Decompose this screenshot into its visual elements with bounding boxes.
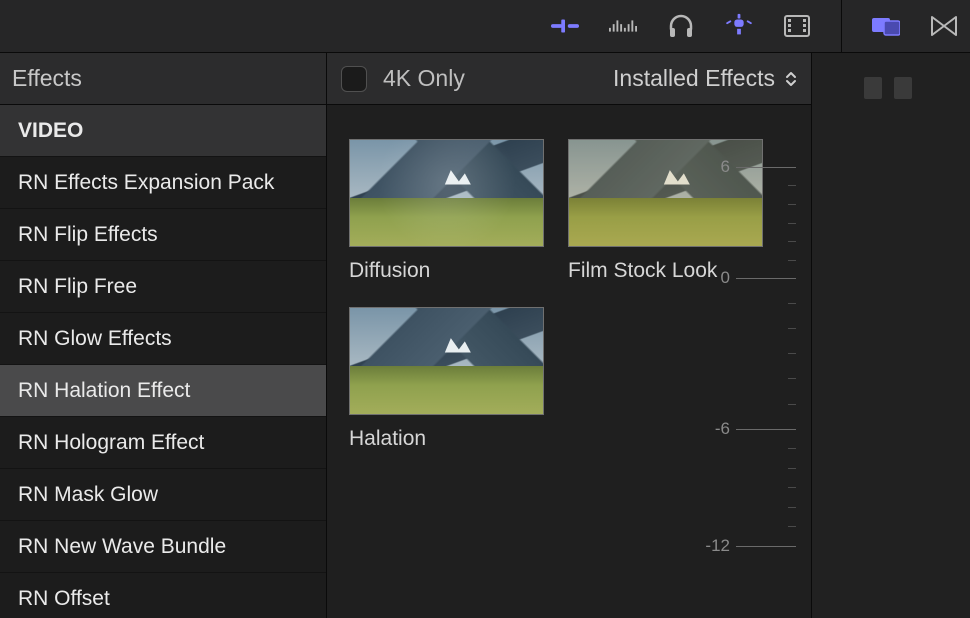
effect-label: Halation bbox=[349, 427, 544, 451]
meter-tick-minor bbox=[788, 487, 796, 488]
4k-only-label: 4K Only bbox=[383, 65, 465, 92]
meter-tick-label: 0 bbox=[694, 268, 730, 288]
4k-only-checkbox[interactable] bbox=[341, 66, 367, 92]
effect-thumbnail bbox=[349, 139, 544, 247]
sidebar-item-new-wave-bundle[interactable]: RN New Wave Bundle bbox=[0, 521, 326, 573]
meter-tick-minor bbox=[788, 404, 796, 405]
sidebar-item-label: RN Effects Expansion Pack bbox=[18, 171, 274, 195]
meter-tick-major bbox=[736, 278, 796, 279]
meter-tick-minor bbox=[788, 378, 796, 379]
headphones-icon[interactable] bbox=[667, 12, 695, 40]
effect-label: Film Stock Look bbox=[568, 259, 763, 283]
sidebar-category-video[interactable]: VIDEO bbox=[0, 105, 326, 157]
meter-tick-minor bbox=[788, 448, 796, 449]
meter-tick-minor bbox=[788, 468, 796, 469]
meter-tick-minor bbox=[788, 507, 796, 508]
effect-tile-film-stock-look[interactable]: Film Stock Look bbox=[568, 139, 763, 283]
meter-tick-major bbox=[736, 546, 796, 547]
meter-tick-minor bbox=[788, 223, 796, 224]
effect-tile-diffusion[interactable]: Diffusion bbox=[349, 139, 544, 283]
sidebar-item-label: RN Hologram Effect bbox=[18, 431, 204, 455]
meter-bar-left bbox=[864, 77, 882, 99]
meter-tick-minor bbox=[788, 204, 796, 205]
sidebar-item-label: RN New Wave Bundle bbox=[18, 535, 226, 559]
top-toolbar bbox=[0, 0, 970, 53]
chevron-updown-icon bbox=[785, 70, 797, 88]
effects-panel: 4K Only Installed Effects Diffusion bbox=[327, 53, 812, 618]
meter-bar-right bbox=[894, 77, 912, 99]
effect-label: Diffusion bbox=[349, 259, 544, 283]
bowtie-icon[interactable] bbox=[930, 12, 958, 40]
meter-tick-minor bbox=[788, 526, 796, 527]
effects-sidebar: Effects VIDEO RN Effects Expansion Pack … bbox=[0, 53, 327, 618]
effect-thumbnail bbox=[349, 307, 544, 415]
dropdown-label: Installed Effects bbox=[613, 65, 775, 92]
sidebar-item-flip-free[interactable]: RN Flip Free bbox=[0, 261, 326, 313]
sidebar-item-label: RN Offset bbox=[18, 587, 110, 611]
sidebar-item-offset[interactable]: RN Offset bbox=[0, 573, 326, 618]
effect-tile-halation[interactable]: Halation bbox=[349, 307, 544, 451]
sidebar-item-label: RN Halation Effect bbox=[18, 379, 190, 403]
meter-tick-label: -6 bbox=[694, 419, 730, 439]
sidebar-item-hologram-effect[interactable]: RN Hologram Effect bbox=[0, 417, 326, 469]
meter-tick-minor bbox=[788, 241, 796, 242]
sidebar-list: VIDEO RN Effects Expansion Pack RN Flip … bbox=[0, 105, 326, 618]
sidebar-item-halation-effect[interactable]: RN Halation Effect bbox=[0, 365, 326, 417]
sidebar-item-label: RN Flip Effects bbox=[18, 223, 158, 247]
meter-tick-minor bbox=[788, 328, 796, 329]
meter-tick-minor bbox=[788, 303, 796, 304]
meter-tick-minor bbox=[788, 185, 796, 186]
sidebar-title: Effects bbox=[0, 53, 326, 105]
audio-meters-icon[interactable] bbox=[609, 12, 637, 40]
sidebar-item-label: RN Glow Effects bbox=[18, 327, 172, 351]
effects-icon[interactable] bbox=[783, 12, 811, 40]
sidebar-item-flip-effects[interactable]: RN Flip Effects bbox=[0, 209, 326, 261]
meter-tick-major bbox=[736, 167, 796, 168]
audio-meters-panel: 60-6-12 bbox=[812, 53, 970, 618]
sidebar-item-expansion-pack[interactable]: RN Effects Expansion Pack bbox=[0, 157, 326, 209]
meter-tick-minor bbox=[788, 353, 796, 354]
effect-thumbnail bbox=[568, 139, 763, 247]
meter-tick-major bbox=[736, 429, 796, 430]
enhance-icon[interactable] bbox=[725, 12, 753, 40]
effects-panel-header: 4K Only Installed Effects bbox=[327, 53, 811, 105]
sidebar-item-label: VIDEO bbox=[18, 119, 83, 143]
installed-effects-dropdown[interactable]: Installed Effects bbox=[613, 65, 797, 92]
meter-bars bbox=[864, 77, 912, 99]
meter-tick-minor bbox=[788, 260, 796, 261]
sidebar-item-label: RN Flip Free bbox=[18, 275, 137, 299]
sidebar-item-glow-effects[interactable]: RN Glow Effects bbox=[0, 313, 326, 365]
color-board-icon[interactable] bbox=[551, 12, 579, 40]
meter-tick-label: 6 bbox=[694, 157, 730, 177]
meter-tick-label: -12 bbox=[694, 536, 730, 556]
sidebar-item-label: RN Mask Glow bbox=[18, 483, 158, 507]
sidebar-item-mask-glow[interactable]: RN Mask Glow bbox=[0, 469, 326, 521]
transitions-icon[interactable] bbox=[872, 12, 900, 40]
